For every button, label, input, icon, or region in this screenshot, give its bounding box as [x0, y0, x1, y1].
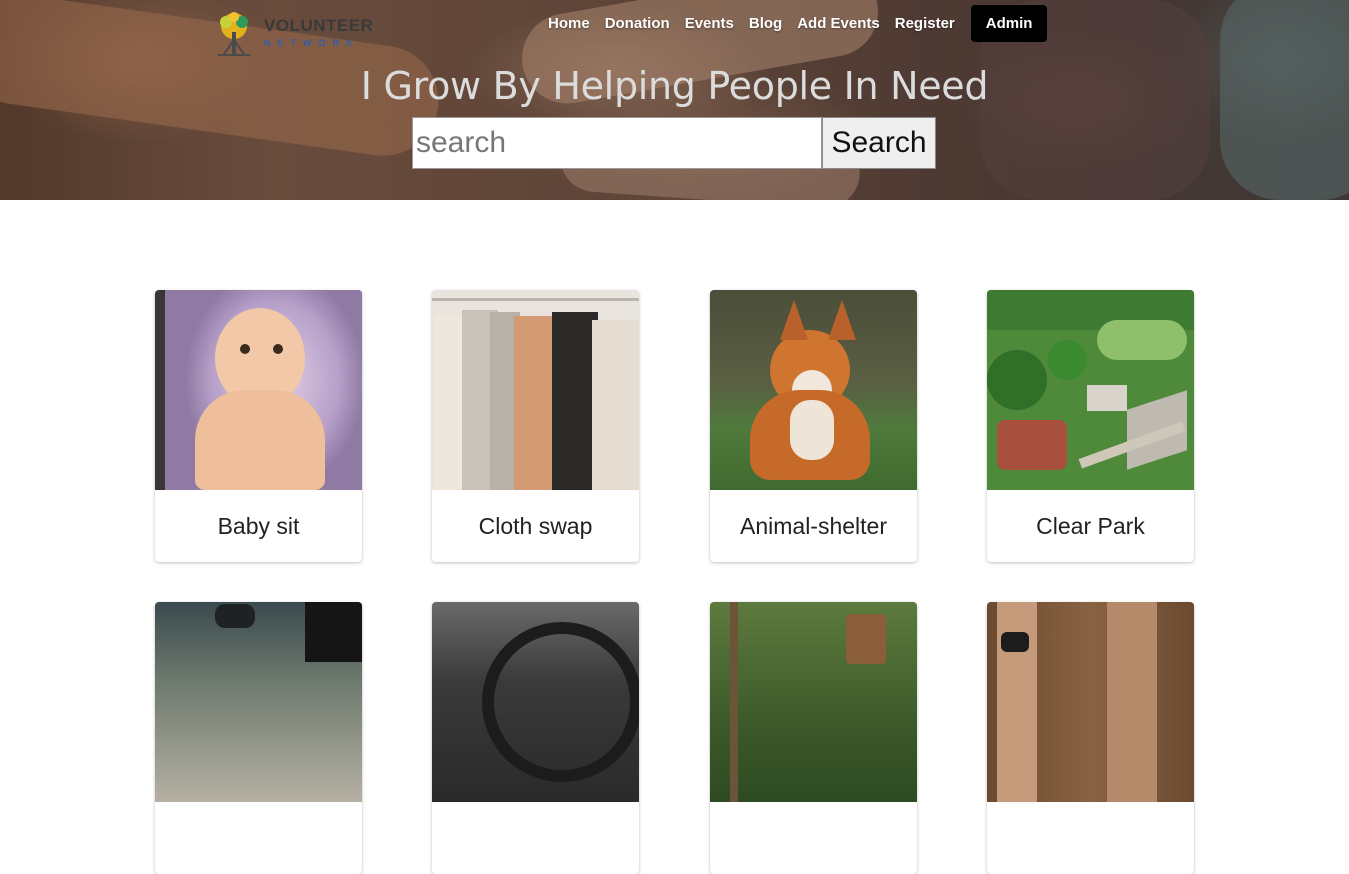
- event-title: [987, 802, 1194, 874]
- event-title: [710, 802, 917, 874]
- hero-banner: VOLUNTEER NETWORK Home Donation Events B…: [0, 0, 1349, 200]
- event-card[interactable]: Animal-shelter: [710, 290, 917, 562]
- event-image: [432, 290, 639, 490]
- nav-register[interactable]: Register: [895, 15, 955, 32]
- nav-home[interactable]: Home: [548, 15, 590, 32]
- search-form: Search: [412, 117, 936, 169]
- event-image: [710, 602, 917, 802]
- brand-name: VOLUNTEER: [264, 16, 374, 35]
- search-input[interactable]: [412, 117, 822, 169]
- event-title: Baby sit: [217, 512, 300, 539]
- brand-subtitle: NETWORK: [264, 38, 360, 48]
- nav-add-events[interactable]: Add Events: [797, 15, 880, 32]
- nav-donation[interactable]: Donation: [605, 15, 670, 32]
- brand-logo[interactable]: VOLUNTEER NETWORK: [212, 10, 382, 60]
- event-card[interactable]: [155, 602, 362, 874]
- nav-blog[interactable]: Blog: [749, 15, 782, 32]
- event-card[interactable]: Cloth swap: [432, 290, 639, 562]
- event-image: [432, 602, 639, 802]
- event-title: Clear Park: [1036, 512, 1145, 539]
- event-image: [987, 602, 1194, 802]
- event-image: [155, 602, 362, 802]
- event-card[interactable]: [710, 602, 917, 874]
- event-card[interactable]: Baby sit: [155, 290, 362, 562]
- event-title: Cloth swap: [478, 512, 593, 539]
- hero-title: I Grow By Helping People In Need: [360, 64, 989, 108]
- nav-events[interactable]: Events: [685, 15, 734, 32]
- search-button[interactable]: Search: [822, 117, 936, 169]
- event-image: [710, 290, 917, 490]
- tree-logo-icon: [218, 12, 250, 56]
- event-card[interactable]: Clear Park: [987, 290, 1194, 562]
- main-nav: Home Donation Events Blog Add Events Reg…: [548, 4, 1048, 42]
- event-card[interactable]: [432, 602, 639, 874]
- event-image: [987, 290, 1194, 490]
- event-card[interactable]: [987, 602, 1194, 874]
- admin-button[interactable]: Admin: [970, 4, 1048, 42]
- event-title: [155, 802, 362, 874]
- event-image: [155, 290, 362, 490]
- event-title: Animal-shelter: [740, 512, 887, 539]
- event-title: [432, 802, 639, 874]
